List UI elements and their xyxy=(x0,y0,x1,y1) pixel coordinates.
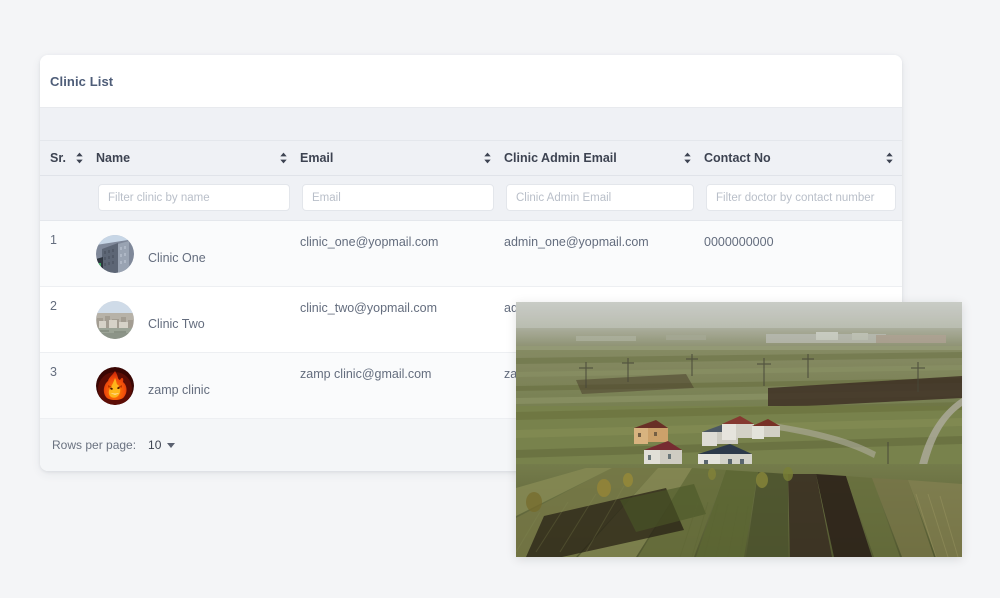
table-row[interactable]: 1 Clinic One clinic_one@yopmail.com admi… xyxy=(40,220,902,287)
cell-sr: 3 xyxy=(40,352,92,419)
column-header-contact-no[interactable]: Contact No xyxy=(700,141,902,176)
aerial-village-farmland-photo xyxy=(516,302,962,557)
sort-icon-admin-email[interactable] xyxy=(683,152,692,164)
chevron-down-icon xyxy=(167,442,176,448)
filter-cell-sr xyxy=(40,175,92,221)
cell-email: zamp clinic@gmail.com xyxy=(296,352,500,419)
page-title: Clinic List xyxy=(50,73,114,89)
cell-name: Clinic One xyxy=(92,220,296,287)
column-header-admin-email[interactable]: Clinic Admin Email xyxy=(500,141,700,176)
filter-cell-contact-no xyxy=(700,175,902,221)
cell-admin-email: admin_one@yopmail.com xyxy=(500,220,700,287)
rows-per-page-label: Rows per page: xyxy=(52,438,137,452)
sort-icon-name[interactable] xyxy=(279,152,288,164)
table-filter-row xyxy=(40,175,902,221)
clinic-avatar-flame xyxy=(96,366,134,405)
cell-contact-no: 0000000000 xyxy=(700,220,902,287)
clinic-avatar-building xyxy=(96,234,134,273)
filter-cell-email xyxy=(296,175,500,221)
table-toolbar-strip xyxy=(40,108,902,141)
cell-sr: 2 xyxy=(40,286,92,353)
column-header-sr-label: Sr. xyxy=(50,151,66,165)
cell-email: clinic_one@yopmail.com xyxy=(296,220,500,287)
rows-per-page-value: 10 xyxy=(148,438,162,452)
sort-icon-contact-no[interactable] xyxy=(885,152,894,164)
clinic-avatar-cityscape xyxy=(96,300,134,339)
cell-name: zamp clinic xyxy=(92,352,296,419)
cell-sr: 1 xyxy=(40,220,92,287)
sort-icon-email[interactable] xyxy=(483,152,492,164)
filter-cell-admin-email xyxy=(500,175,700,221)
filter-cell-name xyxy=(92,175,296,221)
card-header: Clinic List xyxy=(40,55,902,108)
column-header-contact-no-label: Contact No xyxy=(704,151,771,165)
table-head: Sr. Name Email Clinic Admin Email Contac… xyxy=(40,141,902,221)
filter-input-admin-email[interactable] xyxy=(506,184,694,211)
filter-input-name[interactable] xyxy=(98,184,290,211)
table-header-row: Sr. Name Email Clinic Admin Email Contac… xyxy=(40,141,902,176)
column-header-email-label: Email xyxy=(300,151,334,165)
column-header-email[interactable]: Email xyxy=(296,141,500,176)
column-header-admin-email-label: Clinic Admin Email xyxy=(504,151,617,165)
column-header-name[interactable]: Name xyxy=(92,141,296,176)
filter-input-contact-no[interactable] xyxy=(706,184,896,211)
column-header-name-label: Name xyxy=(96,151,131,165)
column-header-sr[interactable]: Sr. xyxy=(40,141,92,176)
sort-icon-sr[interactable] xyxy=(75,152,84,164)
clinic-name: Clinic One xyxy=(148,250,206,265)
filter-input-email[interactable] xyxy=(302,184,494,211)
cell-name: Clinic Two xyxy=(92,286,296,353)
clinic-name: Clinic Two xyxy=(148,316,205,331)
cell-email: clinic_two@yopmail.com xyxy=(296,286,500,353)
clinic-name: zamp clinic xyxy=(148,382,210,397)
rows-per-page-select[interactable]: 10 xyxy=(148,438,176,452)
